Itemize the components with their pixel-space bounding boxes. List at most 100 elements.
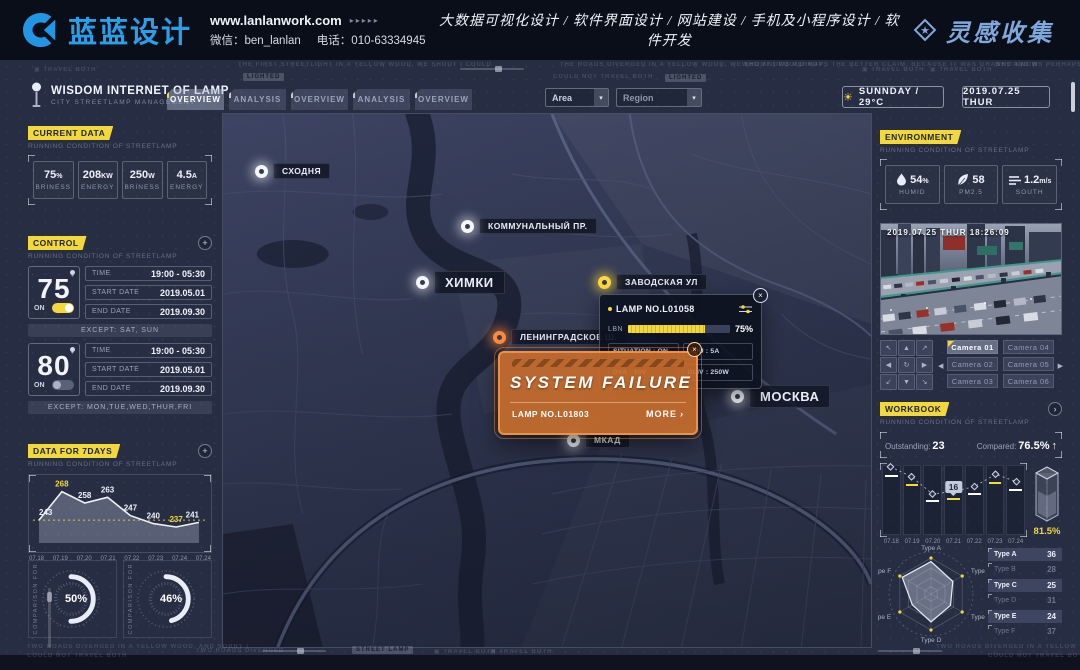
schedule-row-start[interactable]: START DATE 2019.05.01 — [85, 285, 212, 300]
system-failure-alert: × SYSTEM FAILURE LAMP NO.L01803 MORE› — [498, 351, 698, 435]
camera-next-button[interactable]: ▶ — [1058, 362, 1063, 370]
power-toggle[interactable] — [52, 380, 74, 390]
camera-button-6[interactable]: Camera 06 — [1003, 374, 1054, 388]
pan-left-button[interactable]: ◀ — [880, 357, 897, 373]
area-select[interactable]: Area ▾ — [545, 88, 609, 107]
brightness-progress-bar[interactable] — [628, 325, 730, 333]
svg-text:241: 241 — [186, 510, 200, 519]
website-link[interactable]: www.lanlanwork.com — [210, 13, 342, 28]
hazard-stripes — [512, 359, 684, 367]
type-list: Type A36 Type B28 Type C25 Type D31 Type… — [988, 540, 1062, 646]
refresh-button[interactable]: ↻ — [898, 357, 915, 373]
type-row-d[interactable]: Type D31 — [988, 594, 1062, 607]
expand-button[interactable]: + — [198, 444, 212, 458]
pan-up-left-button[interactable]: ↖ — [880, 340, 897, 356]
city-map[interactable]: СХОДНЯКОММУНАЛЬНЫЙ ПР.ХИМКИЗАВОДСКАЯ УЛЛ… — [222, 113, 872, 648]
camera-prev-button[interactable]: ◀ — [938, 362, 943, 370]
schedule-row-start[interactable]: START DATE 2019.05.01 — [85, 362, 212, 377]
camera-button-3[interactable]: Camera 03 — [947, 374, 998, 388]
camera-button-5[interactable]: Camera 05 — [1003, 357, 1054, 371]
wind-card: 1.2m/s SOUTH — [1002, 165, 1057, 204]
camera-button-4[interactable]: Camera 04 — [1003, 340, 1054, 354]
bar-marker — [906, 484, 919, 486]
region-select-value: Region — [623, 93, 654, 103]
prism-value: 81.5% — [1034, 526, 1061, 537]
tab-overview-1[interactable]: OVERVIEW — [167, 89, 224, 110]
outstanding-value: 23 — [932, 440, 944, 452]
next-page-button[interactable]: › — [1048, 402, 1062, 416]
type-row-a[interactable]: Type A36 — [988, 548, 1062, 561]
weather-text: SUNNDAY / 29°C — [859, 86, 943, 108]
camera-list: ◀ Camera 01 Camera 02 Camera 03 Camera 0… — [939, 340, 1062, 390]
radar-panel: Type AType BType CType DType EType F Typ… — [878, 540, 1062, 646]
svg-text:Type F: Type F — [878, 568, 891, 575]
schedule-row-time[interactable]: TIME 19:00 - 05:30 — [85, 343, 212, 358]
power-toggle[interactable] — [52, 303, 74, 313]
camera-button-2[interactable]: Camera 02 — [947, 357, 998, 371]
svg-text:263: 263 — [101, 485, 115, 494]
environment-panel: ENVIRONMENT RUNNING CONDITION OF STREETL… — [880, 130, 1062, 210]
schedule-row-time[interactable]: TIME 19:00 - 05:30 — [85, 266, 212, 281]
map-pin[interactable]: КОММУНАЛЬНЫЙ ПР. — [461, 218, 597, 234]
arrow-up-icon: ↑ — [1052, 440, 1058, 452]
pan-down-left-button[interactable]: ↙ — [880, 374, 897, 390]
tab-analysis-1[interactable]: ANALYSIS — [229, 89, 286, 110]
bar-column — [923, 465, 942, 535]
pan-down-button[interactable]: ▼ — [898, 374, 915, 390]
type-row-c[interactable]: Type C25 — [988, 579, 1062, 592]
brightness-card: 75 ON — [28, 266, 80, 319]
stat-card-briness: 75% BRINESS — [33, 161, 74, 199]
add-schedule-button[interactable]: + — [198, 236, 212, 250]
svg-text:Type B: Type B — [971, 568, 986, 575]
power-state-label: ON — [34, 305, 45, 312]
popup-close-button[interactable]: × — [753, 288, 768, 303]
tab-overview-2[interactable]: OVERVIEW — [291, 89, 348, 110]
pin-label: ХИМКИ — [434, 271, 505, 294]
pan-up-right-button[interactable]: ↗ — [916, 340, 933, 356]
panel-subtitle: RUNNING CONDITION OF STREETLAMP — [880, 147, 1062, 154]
tab-analysis-2[interactable]: ANALYSIS — [353, 89, 410, 110]
type-row-e[interactable]: Type E24 — [988, 610, 1062, 623]
pan-up-button[interactable]: ▲ — [898, 340, 915, 356]
alert-close-button[interactable]: × — [687, 342, 702, 357]
contact-block: www.lanlanwork.com ▸▸▸▸▸ 微信：ben_lanlan 电… — [210, 13, 425, 48]
map-pin[interactable]: СХОДНЯ — [255, 163, 330, 179]
region-select[interactable]: Region ▾ — [616, 88, 702, 107]
bar-column — [965, 465, 984, 535]
bar-marker — [947, 498, 960, 500]
svg-text:258: 258 — [78, 491, 92, 500]
comparison-gauge-1: COMPARISON FOR 50% — [28, 560, 117, 638]
schedule-group-2: 80 ON TIME 19:00 - 05:30 START DATE 2019… — [28, 343, 212, 396]
bar-tooltip: 16 — [945, 481, 962, 493]
schedule-row-end[interactable]: END DATE 2019.09.30 — [85, 304, 212, 319]
brightness-value: 80 — [37, 352, 70, 380]
bar-marker — [968, 493, 981, 495]
bar-marker — [885, 475, 898, 477]
type-row-f[interactable]: Type F37 — [988, 625, 1062, 638]
settings-sliders-icon[interactable] — [738, 304, 753, 314]
map-pin[interactable]: ХИМКИ — [416, 271, 505, 294]
lamp-pin-icon — [567, 434, 580, 447]
lbn-value: 75% — [735, 324, 753, 334]
schedule-group-1: 75 ON TIME 19:00 - 05:30 START DATE 2019… — [28, 266, 212, 319]
camera-feed[interactable]: 2019.07.25 THUR 18:26:09 — [880, 223, 1062, 335]
control-panel: CONTROL + RUNNING CONDITION OF STREETLAM… — [28, 236, 212, 414]
humidity-card: 54% HUMID — [885, 165, 940, 204]
logo-text: 蓝蓝设计 — [68, 9, 192, 51]
pan-right-button[interactable]: ▶ — [916, 357, 933, 373]
pm25-card: 58 PM2.5 — [944, 165, 999, 204]
scrollbar[interactable] — [1071, 82, 1075, 112]
tab-overview-3[interactable]: OVERVIEW — [415, 89, 472, 110]
camera-button-1[interactable]: Camera 01 — [947, 340, 998, 354]
stat-card-ampere: 4.5A ENERGY — [167, 161, 208, 199]
type-row-b[interactable]: Type B28 — [988, 563, 1062, 576]
panel-subtitle: RUNNING CONDITION OF STREETLAMP — [880, 419, 1062, 426]
schedule-row-end[interactable]: END DATE 2019.09.30 — [85, 381, 212, 396]
more-button[interactable]: MORE› — [646, 409, 684, 419]
pin-label: ЗАВОДСКАЯ УЛ — [616, 274, 707, 290]
lamp-pin-icon — [255, 165, 268, 178]
bar-marker — [926, 500, 939, 502]
map-pin[interactable]: ЗАВОДСКАЯ УЛ — [598, 274, 707, 290]
pan-down-right-button[interactable]: ↘ — [916, 374, 933, 390]
svg-text:Type D: Type D — [921, 637, 942, 644]
